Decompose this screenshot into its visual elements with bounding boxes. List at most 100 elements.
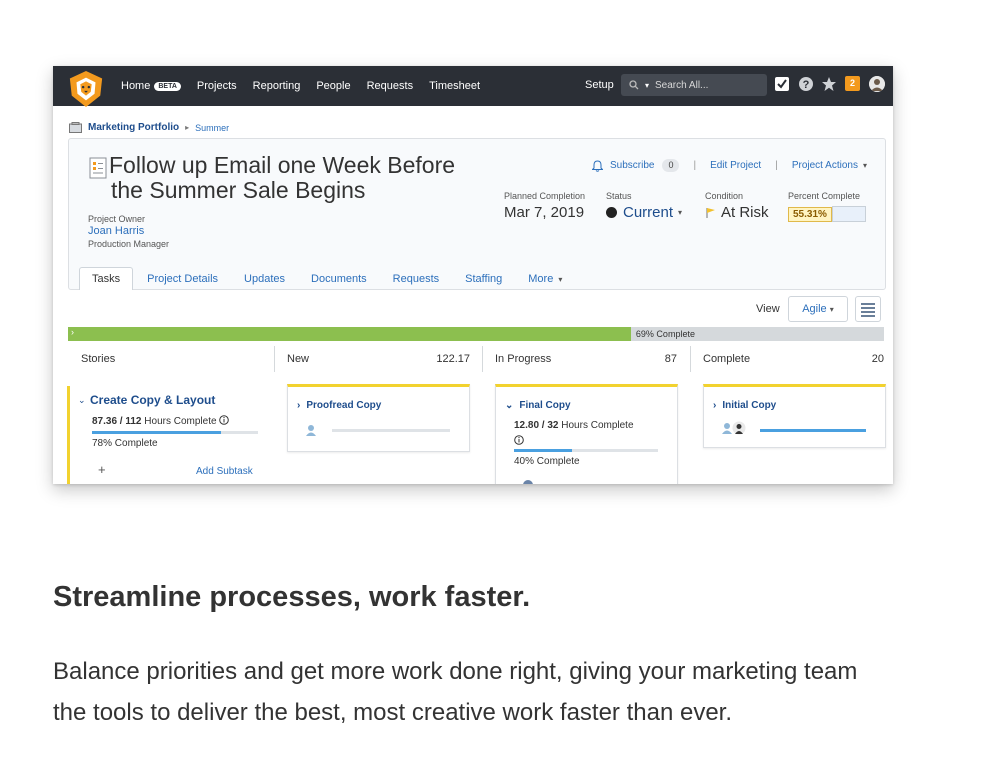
tab-more[interactable]: More ▾: [516, 268, 574, 290]
column-header-complete: Complete 20: [703, 353, 884, 365]
tab-staffing[interactable]: Staffing: [453, 268, 514, 290]
info-icon[interactable]: [219, 415, 230, 425]
task-title[interactable]: › Proofread Copy: [297, 400, 381, 411]
app-screenshot: Home BETA Projects Reporting People Reque…: [53, 66, 893, 484]
assignee-avatar: [732, 421, 746, 435]
percent-complete-bar: [831, 206, 866, 222]
column-divider: [690, 346, 691, 372]
section-paragraph: Balance priorities and get more work don…: [53, 658, 858, 726]
task-card-initial-copy[interactable]: › Initial Copy: [703, 384, 886, 448]
search-icon: [629, 80, 639, 90]
assignee-avatars: [720, 421, 746, 435]
task-progress-fill: [514, 449, 572, 452]
task-card-final-copy[interactable]: ⌄ Final Copy 12.80 / 32 Hours Complete 40…: [495, 384, 678, 484]
project-actions-button[interactable]: Project Actions: [792, 160, 858, 171]
nav-requests[interactable]: Requests: [367, 80, 413, 92]
global-search[interactable]: ▾ Search All...: [621, 74, 767, 96]
task-card-proofread[interactable]: › Proofread Copy: [287, 384, 470, 452]
view-select[interactable]: Agile ▾: [788, 296, 848, 322]
project-owner-label: Project Owner: [88, 214, 146, 224]
chevron-down-icon: ▾: [678, 208, 683, 217]
task-progress-track: [760, 429, 866, 432]
flag-icon: [706, 207, 715, 218]
task-title[interactable]: ⌄ Final Copy: [505, 400, 571, 411]
nav-projects[interactable]: Projects: [197, 80, 237, 92]
tab-documents[interactable]: Documents: [299, 268, 379, 290]
plus-icon[interactable]: +: [98, 462, 106, 477]
planned-completion: Planned Completion Mar 7, 2019: [504, 191, 586, 221]
setup-link[interactable]: Setup: [585, 79, 614, 91]
nav-reporting[interactable]: Reporting: [253, 80, 301, 92]
subscriber-count: 0: [662, 159, 680, 172]
breadcrumb-program[interactable]: Summer: [195, 123, 229, 133]
breadcrumb: Marketing Portfolio ▸ Summer: [69, 122, 229, 133]
beta-badge: BETA: [154, 81, 181, 91]
project-owner-role: Production Manager: [88, 239, 170, 249]
project-tabs: Tasks Project Details Updates Documents …: [79, 267, 576, 290]
story-progress-track: [92, 431, 258, 434]
status-field: Status Current ▾: [606, 191, 683, 221]
task-title[interactable]: › Initial Copy: [713, 400, 776, 411]
task-percent: 40% Complete: [514, 456, 580, 467]
tab-requests[interactable]: Requests: [381, 268, 451, 290]
bell-icon[interactable]: [591, 159, 603, 172]
chevron-down-icon: ▾: [558, 275, 563, 284]
assignee-avatar: [306, 425, 316, 436]
actions-divider: |: [775, 160, 778, 171]
task-progress-track: [514, 449, 658, 452]
edit-project-button[interactable]: Edit Project: [710, 160, 761, 171]
portfolio-icon: [69, 122, 82, 133]
breadcrumb-portfolio[interactable]: Marketing Portfolio: [88, 122, 179, 133]
svg-text:?: ?: [803, 79, 810, 91]
progress-label: 69% Complete: [635, 329, 695, 339]
list-view-icon[interactable]: [855, 296, 881, 322]
status-dot-icon: [606, 207, 617, 218]
expand-arrow-icon[interactable]: ›: [71, 327, 74, 337]
nav-timesheet[interactable]: Timesheet: [429, 80, 480, 92]
main-nav: Home BETA Projects Reporting People Reque…: [121, 66, 496, 106]
project-icon: [89, 157, 107, 179]
notifications-badge[interactable]: 2: [845, 76, 860, 91]
column-header-stories: Stories: [81, 353, 116, 365]
help-icon[interactable]: ?: [798, 76, 814, 92]
column-header-in-progress: In Progress 87: [495, 353, 677, 365]
user-avatar[interactable]: [869, 76, 885, 92]
search-input[interactable]: Search All...: [655, 80, 708, 91]
project-actions-bar: Subscribe 0 | Edit Project | Project Act…: [591, 159, 867, 172]
chevron-down-icon: ▾: [829, 305, 834, 314]
top-nav-bar: Home BETA Projects Reporting People Reque…: [53, 66, 893, 108]
add-subtask-link[interactable]: Add Subtask: [196, 466, 253, 477]
percent-complete-field: Percent Complete 55.31%: [788, 191, 866, 222]
task-progress-track: [332, 429, 450, 432]
page-title: Follow up Email one Week Before the Summ…: [109, 152, 456, 203]
story-percent: 78% Complete: [92, 438, 158, 449]
lion-logo-icon[interactable]: [67, 70, 105, 108]
chevron-down-icon: ▾: [862, 161, 867, 170]
search-scope-caret-icon[interactable]: ▾: [645, 81, 649, 90]
story-card[interactable]: ⌄ Create Copy & Layout 87.36 / 112 Hours…: [67, 386, 270, 484]
status-dropdown[interactable]: Current ▾: [606, 204, 682, 221]
star-icon[interactable]: [821, 76, 837, 92]
chevron-right-icon[interactable]: ›: [713, 400, 716, 411]
tab-tasks[interactable]: Tasks: [79, 267, 134, 290]
tab-project-details[interactable]: Project Details: [135, 268, 230, 290]
project-owner-link[interactable]: Joan Harris: [88, 225, 144, 237]
checkbox-icon[interactable]: [774, 76, 790, 92]
story-title[interactable]: Create Copy & Layout: [90, 393, 215, 407]
condition-field: Condition At Risk: [705, 191, 769, 221]
breadcrumb-separator-icon: ▸: [185, 123, 190, 132]
chevron-right-icon[interactable]: ›: [297, 400, 300, 411]
subscribe-button[interactable]: Subscribe: [610, 160, 654, 171]
nav-home[interactable]: Home BETA: [121, 80, 181, 92]
chevron-down-icon[interactable]: ⌄: [78, 395, 86, 406]
column-divider: [274, 346, 275, 372]
task-hours: 12.80 / 32 Hours Complete: [514, 420, 634, 431]
chevron-down-icon[interactable]: ⌄: [505, 400, 513, 411]
info-icon[interactable]: [514, 435, 524, 445]
view-label: View: [756, 303, 780, 315]
assignee-avatar: [523, 480, 533, 484]
project-progress-bar: › 69% Complete: [68, 327, 884, 341]
task-progress-fill: [760, 429, 866, 432]
tab-updates[interactable]: Updates: [232, 268, 297, 290]
nav-people[interactable]: People: [316, 80, 350, 92]
